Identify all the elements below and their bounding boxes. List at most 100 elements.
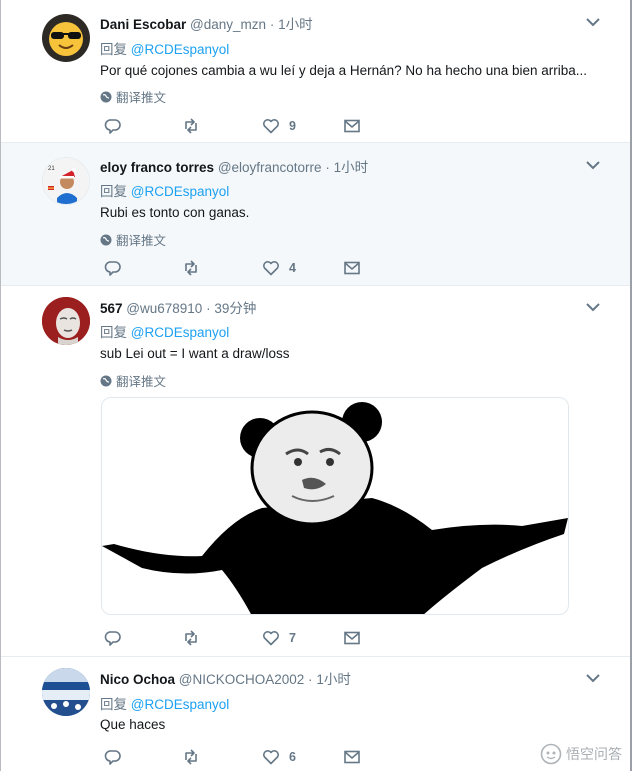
chevron-down-icon[interactable] — [586, 673, 600, 683]
like-button[interactable]: 9 — [262, 117, 296, 135]
panda-meme-image — [102, 402, 568, 614]
reply-prefix: 回复 — [100, 697, 127, 712]
tweet[interactable]: 21 eloy franco torres @eloyfrancotorre ·… — [1, 143, 630, 286]
tweet-text: sub Lei out = I want a draw/loss — [100, 346, 290, 361]
author-handle[interactable]: @NICKOCHOA2002 — [179, 672, 305, 687]
translate-link[interactable]: 翻译推文 — [100, 230, 166, 249]
tweet-header: Dani Escobar @dany_mzn · 1小时 — [100, 13, 313, 33]
retweet-button[interactable] — [182, 259, 200, 277]
globe-icon — [100, 234, 112, 245]
message-button[interactable] — [343, 629, 361, 647]
timestamp[interactable]: 1小时 — [334, 160, 369, 175]
tweet[interactable]: Dani Escobar @dany_mzn · 1小时 回复 @RCDEspa… — [1, 0, 630, 143]
translate-link[interactable]: 翻译推文 — [100, 371, 166, 390]
chevron-down-icon[interactable] — [586, 302, 600, 312]
like-button[interactable]: 4 — [262, 259, 296, 277]
author-handle[interactable]: @dany_mzn — [190, 17, 266, 32]
heart-icon — [263, 750, 279, 765]
envelope-icon — [344, 631, 360, 645]
heart-icon — [263, 119, 279, 134]
mention-link[interactable]: @RCDEspanyol — [131, 697, 230, 712]
author-name[interactable]: Dani Escobar — [100, 17, 186, 32]
tweet-actions: 7 — [104, 629, 384, 647]
message-button[interactable] — [343, 748, 361, 766]
reply-button[interactable] — [104, 117, 122, 135]
reply-context: 回复 @RCDEspanyol — [100, 693, 229, 713]
timestamp[interactable]: 1小时 — [316, 672, 351, 687]
author-handle[interactable]: @wu678910 — [126, 301, 202, 316]
envelope-icon — [344, 119, 360, 133]
like-button[interactable]: 7 — [262, 629, 296, 647]
translate-link[interactable]: 翻译推文 — [100, 87, 166, 106]
retweet-button[interactable] — [182, 748, 200, 766]
globe-icon — [100, 91, 112, 102]
globe-icon — [100, 375, 112, 386]
svg-text:21: 21 — [48, 166, 55, 172]
author-name[interactable]: eloy franco torres — [100, 160, 214, 175]
like-button[interactable]: 6 — [262, 748, 296, 766]
reply-icon — [104, 119, 121, 134]
chevron-down-icon[interactable] — [586, 17, 600, 27]
timestamp[interactable]: 39分钟 — [214, 301, 256, 316]
mention-link[interactable]: @RCDEspanyol — [131, 184, 230, 199]
retweet-icon — [185, 260, 197, 276]
tweet-actions: 6 — [104, 748, 384, 766]
author-name[interactable]: Nico Ochoa — [100, 672, 175, 687]
media-image[interactable] — [101, 397, 569, 615]
reply-prefix: 回复 — [100, 184, 127, 199]
tweet[interactable]: 567 @wu678910 · 39分钟 回复 @RCDEspanyol sub… — [1, 286, 630, 657]
watermark: 悟空问答 — [540, 743, 622, 765]
tweet-header: 567 @wu678910 · 39分钟 — [100, 297, 256, 317]
avatar[interactable] — [42, 14, 90, 62]
retweet-icon — [185, 630, 197, 646]
wukong-icon — [540, 743, 562, 765]
avatar[interactable]: 21 — [42, 157, 90, 205]
retweet-icon — [185, 118, 197, 134]
reply-button[interactable] — [104, 629, 122, 647]
envelope-icon — [344, 750, 360, 764]
tweet-actions: 4 — [104, 259, 384, 277]
reply-prefix: 回复 — [100, 42, 127, 57]
tweet-text: Que haces — [100, 717, 166, 732]
message-button[interactable] — [343, 117, 361, 135]
retweet-button[interactable] — [182, 629, 200, 647]
translate-label: 翻译推文 — [116, 375, 167, 389]
like-count: 9 — [289, 119, 296, 133]
translate-label: 翻译推文 — [116, 91, 167, 105]
reply-button[interactable] — [104, 748, 122, 766]
retweet-button[interactable] — [182, 117, 200, 135]
separator: · — [325, 160, 330, 175]
tweet-header: eloy franco torres @eloyfrancotorre · 1小… — [100, 156, 368, 176]
retweet-icon — [185, 749, 197, 765]
reply-prefix: 回复 — [100, 325, 127, 340]
tweet[interactable]: Nico Ochoa @NICKOCHOA2002 · 1小时 回复 @RCDE… — [1, 657, 630, 771]
avatar[interactable] — [42, 668, 90, 716]
like-count: 7 — [289, 631, 296, 645]
reply-context: 回复 @RCDEspanyol — [100, 321, 229, 341]
mention-link[interactable]: @RCDEspanyol — [131, 42, 230, 57]
author-handle[interactable]: @eloyfrancotorre — [218, 160, 322, 175]
translate-label: 翻译推文 — [116, 234, 167, 248]
chevron-down-icon[interactable] — [586, 160, 600, 170]
mention-link[interactable]: @RCDEspanyol — [131, 325, 230, 340]
tweet-text: Rubi es tonto con ganas. — [100, 205, 250, 220]
separator: · — [206, 301, 211, 316]
reply-button[interactable] — [104, 259, 122, 277]
heart-icon — [263, 631, 279, 646]
like-count: 4 — [289, 261, 296, 275]
like-count: 6 — [289, 750, 296, 764]
timestamp[interactable]: 1小时 — [278, 17, 313, 32]
tweet-actions: 9 — [104, 117, 384, 135]
reply-icon — [104, 261, 121, 276]
watermark-text: 悟空问答 — [566, 746, 622, 762]
reply-context: 回复 @RCDEspanyol — [100, 180, 229, 200]
reply-icon — [104, 750, 121, 765]
separator: · — [269, 17, 275, 32]
tweet-text: Por qué cojones cambia a wu leí y deja a… — [100, 63, 588, 78]
envelope-icon — [344, 261, 360, 275]
author-name[interactable]: 567 — [100, 301, 123, 316]
reply-context: 回复 @RCDEspanyol — [100, 38, 229, 58]
separator: · — [308, 672, 313, 687]
message-button[interactable] — [343, 259, 361, 277]
avatar[interactable] — [42, 297, 90, 345]
